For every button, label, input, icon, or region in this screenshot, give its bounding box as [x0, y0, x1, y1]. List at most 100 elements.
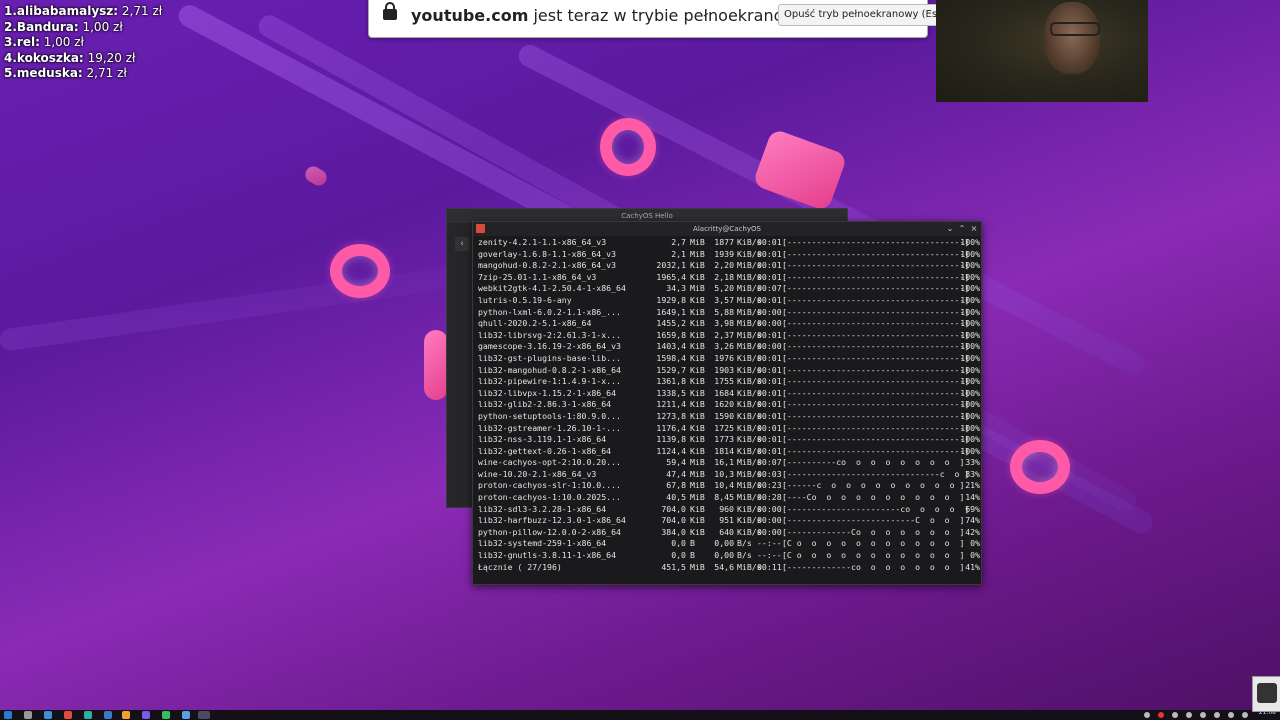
row-pct: 100% [960, 422, 980, 433]
row-bar: [-------------Co o o o o o o ] [782, 526, 965, 537]
code-editor-icon[interactable] [104, 711, 112, 719]
row-time: 00:01 [757, 352, 782, 363]
terminal-window[interactable]: Alacritty@CachyOS ⌄ ⌃ × zenity-4.2.1-1.1… [472, 221, 982, 585]
tray-icon[interactable] [1200, 712, 1206, 718]
tray-icon[interactable] [1228, 712, 1234, 718]
row-time: 00:01 [757, 329, 782, 340]
app-icon[interactable] [162, 711, 170, 719]
row-name: python-pillow-12.0.0-2-x86_64 [478, 526, 621, 537]
row-time: 00:00 [757, 306, 782, 317]
minimize-icon[interactable]: ⌄ [945, 224, 955, 234]
download-row: lib32-sdl3-3.2.28-1-x86_64 704,0 KiB 960 KiB… [478, 504, 981, 516]
row-bar: [------------------------------------] [782, 410, 970, 421]
app-icon[interactable] [84, 711, 92, 719]
row-speed: 0,00 [714, 550, 734, 561]
row-name: lib32-mangohud-0.8.2-1-x86_64 [478, 364, 621, 375]
download-row: gamescope-3.16.19-2-x86_64_v3 1403,4 KiB 3,… [478, 341, 981, 353]
download-row: lib32-librsvg-2:2.61.3-1-x... 1659,8 KiB 2,… [478, 330, 981, 342]
tray-icon[interactable] [1242, 712, 1248, 718]
row-pct: 100% [960, 306, 980, 317]
row-time: --:-- [757, 538, 782, 549]
download-row: goverlay-1.6.8-1.1-x86_64_v3 2,1 MiB 1939 Ki… [478, 249, 981, 261]
row-size: 59,4 [666, 457, 686, 468]
download-row: proton-cachyos-slr-1:10.0.... 67,8 MiB 10,4… [478, 480, 981, 492]
tray-icon[interactable] [1214, 712, 1220, 718]
app-icon[interactable] [182, 711, 190, 719]
row-speed: 0,00 [714, 538, 734, 549]
app-icon[interactable] [142, 711, 150, 719]
maximize-icon[interactable]: ⌃ [957, 224, 967, 234]
row-name: goverlay-1.6.8-1.1-x86_64_v3 [478, 248, 617, 259]
download-row: python-pillow-12.0.0-2-x86_64 384,0 KiB 640… [478, 527, 981, 539]
row-size: 1659,8 [656, 329, 686, 340]
browser-icon[interactable] [64, 711, 72, 719]
tray-icon[interactable] [1172, 712, 1178, 718]
row-pct: 100% [960, 318, 980, 329]
row-name: lib32-libvpx-1.15.2-1-x86_64 [478, 387, 617, 398]
row-time: 00:01 [757, 260, 782, 271]
row-name: lib32-systemd-259-1-x86_64 [478, 538, 607, 549]
download-row: lib32-mangohud-0.8.2-1-x86_64 1529,7 KiB 19… [478, 365, 981, 377]
row-time: 00:00 [757, 341, 782, 352]
row-size: 67,8 [666, 480, 686, 491]
tray-icon[interactable] [1186, 712, 1192, 718]
tray-icon[interactable] [1158, 712, 1164, 718]
row-speed: 10,3 [714, 468, 734, 479]
row-pct: 100% [960, 387, 980, 398]
row-sunit: B/s [737, 550, 752, 561]
donor-entry: 4.kokoszka: 19,20 zł [4, 50, 136, 65]
row-time: 00:01 [757, 387, 782, 398]
row-time: 00:01 [757, 445, 782, 456]
download-row: wine-cachyos-opt-2:10.0.20... 59,4 MiB 16,1… [478, 457, 981, 469]
row-speed: 951 [719, 515, 734, 526]
app-launcher-icon[interactable] [4, 711, 12, 719]
download-row: python-lxml-6.0.2-1.1-x86_... 1649,1 KiB 5,… [478, 307, 981, 319]
row-pct: 100% [960, 271, 980, 282]
donor-entry: 2.Bandura: 1,00 zł [4, 19, 123, 34]
terminal-titlebar[interactable]: Alacritty@CachyOS ⌄ ⌃ × [473, 222, 981, 236]
download-row: webkit2gtk-4.1-2.50.4-1-x86_64 34,3 MiB 5,2… [478, 283, 981, 295]
exit-fullscreen-button[interactable]: Opuść tryb pełnoekranowy (Esc) [778, 4, 953, 26]
row-size: 1403,4 [656, 341, 686, 352]
row-pct: 100% [960, 248, 980, 259]
chevron-left-icon[interactable]: ‹ [455, 237, 469, 251]
row-time: 00:23 [757, 480, 782, 491]
settings-icon[interactable] [44, 711, 52, 719]
tray-icon[interactable] [1144, 712, 1150, 718]
row-name: 7zip-25.01-1.1-x86_64_v3 [478, 271, 597, 282]
row-pct: 100% [960, 445, 980, 456]
lock-icon [383, 2, 397, 20]
row-bar: [------------------------------------] [782, 399, 970, 410]
row-speed: 1976 [714, 352, 734, 363]
files-icon[interactable] [24, 711, 32, 719]
row-speed: 54,6 [714, 561, 734, 572]
row-name: lib32-gstreamer-1.26.10-1-... [478, 422, 621, 433]
close-icon[interactable]: × [969, 224, 979, 234]
row-time: 00:01 [757, 422, 782, 433]
row-pct: 100% [960, 237, 980, 247]
row-bar: [-----------------------co o o o ] [782, 503, 970, 514]
donor-entry: 5.meduska: 2,71 zł [4, 66, 127, 80]
row-bar: [------------------------------------] [782, 364, 970, 375]
row-time: 00:11 [757, 561, 782, 572]
row-time: 00:01 [757, 248, 782, 259]
row-time: 00:07 [757, 283, 782, 294]
row-name: zenity-4.2.1-1.1-x86_64_v3 [478, 237, 607, 247]
row-name: lib32-librsvg-2:2.61.3-1-x... [478, 329, 621, 340]
app-icon[interactable] [122, 711, 130, 719]
row-pct: 0% [970, 550, 980, 561]
row-bar: [------------------------------------] [782, 248, 970, 259]
row-name: lib32-glib2-2.86.3-1-x86_64 [478, 399, 612, 410]
row-name: Łącznie ( 27/196) [478, 561, 562, 572]
terminal-output[interactable]: zenity-4.2.1-1.1-x86_64_v3 2,7 MiB 1877 KiB/… [478, 237, 981, 584]
row-pct: 100% [960, 294, 980, 305]
row-name: proton-cachyos-1:10.0.2025... [478, 492, 621, 503]
row-pct: 14% [965, 492, 980, 503]
row-unit: B [690, 550, 695, 561]
row-size: 1529,7 [656, 364, 686, 375]
row-time: 00:28 [757, 492, 782, 503]
app-window-thumbnail[interactable] [1252, 676, 1280, 712]
download-row: qhull-2020.2-5.1-x86_64 1455,2 KiB 3,98 MiB/… [478, 318, 981, 330]
row-pct: 100% [960, 376, 980, 387]
terminal-taskbar-icon[interactable] [198, 711, 210, 719]
